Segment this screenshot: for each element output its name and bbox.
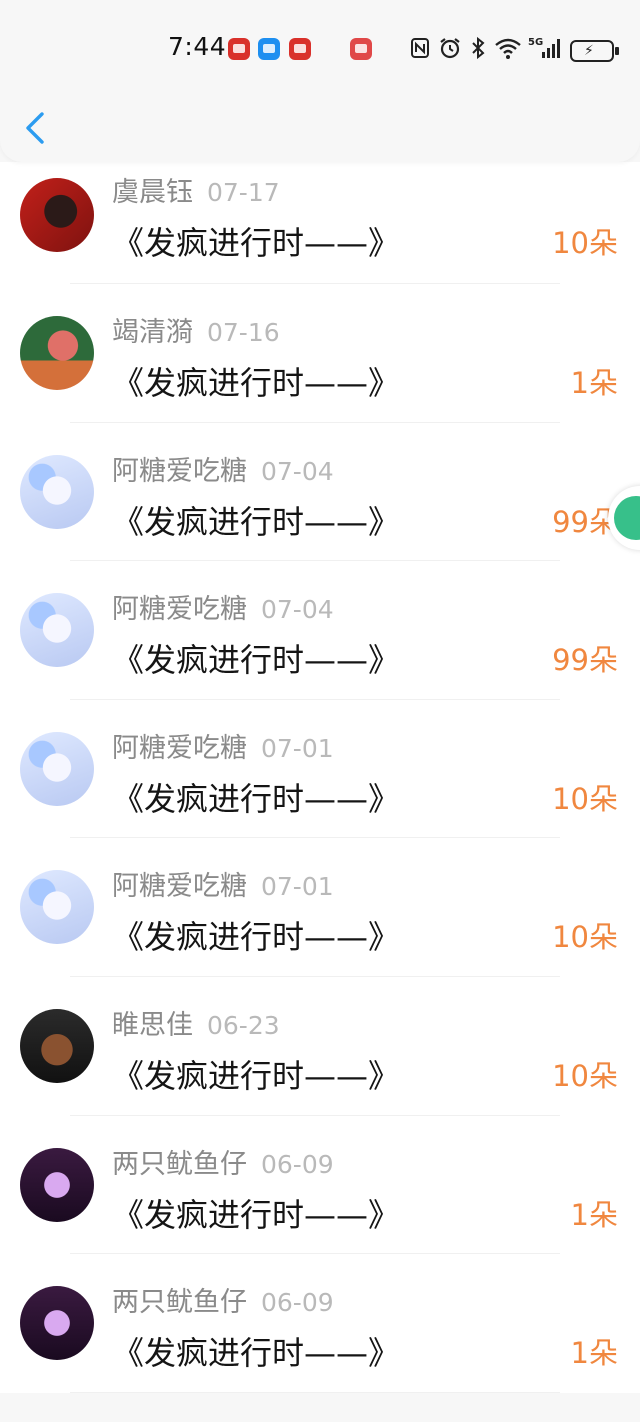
avatar[interactable]: [20, 454, 94, 529]
gift-records-page: 7:44 5G ⚡ 虞晨钰 07-17 《发疯进行时——》 10朵 竭清漪 07…: [0, 0, 640, 1422]
status-time: 7:44: [168, 32, 227, 61]
chat-bubble-icon: [614, 496, 640, 540]
record-row[interactable]: 竭清漪 07-16 《发疯进行时——》 1朵: [0, 284, 640, 423]
avatar[interactable]: [20, 1008, 94, 1083]
sender-name: 阿糖爱吃糖 07-01: [112, 871, 334, 903]
record-title: 《发疯进行时——》: [112, 641, 401, 680]
network-label: 5G: [528, 37, 543, 48]
avatar[interactable]: [20, 870, 94, 945]
sender-name: 竭清漪 07-16: [112, 317, 280, 348]
status-bar: 7:44 5G ⚡: [0, 30, 640, 66]
alarm-icon: [440, 38, 460, 59]
record-date: 06-09: [261, 1149, 334, 1179]
record-row[interactable]: 阿糖爱吃糖 07-04 《发疯进行时——》 99朵: [0, 423, 640, 562]
sender-name: 阿糖爱吃糖 07-01: [112, 732, 334, 764]
record-date: 07-04: [261, 595, 334, 625]
sender-name: 阿糖爱吃糖 07-04: [112, 594, 334, 626]
avatar[interactable]: [20, 316, 94, 390]
record-title: 《发疯进行时——》: [112, 779, 401, 818]
record-title: 《发疯进行时——》: [112, 364, 401, 402]
message-app-icon: [258, 38, 280, 60]
record-title: 《发疯进行时——》: [112, 224, 401, 262]
records-list: 虞晨钰 07-17 《发疯进行时——》 10朵 竭清漪 07-16 《发疯进行时——…: [0, 162, 640, 1393]
sender-name: 阿糖爱吃糖 07-04: [112, 455, 334, 487]
sender-name: 两只鱿鱼仔 06-09: [112, 1148, 334, 1180]
sender-name: 虞晨钰 07-17: [112, 177, 280, 208]
wifi-icon: [495, 38, 521, 59]
record-date: 07-01: [261, 733, 334, 763]
flower-amount: 10朵: [552, 920, 618, 955]
record-row[interactable]: 阿糖爱吃糖 07-01 《发疯进行时——》 10朵: [0, 838, 640, 977]
flower-amount: 10朵: [552, 1058, 618, 1093]
record-title: 《发疯进行时——》: [112, 1334, 401, 1373]
flower-amount: 99朵: [552, 643, 618, 678]
record-date: 07-16: [207, 318, 280, 347]
battery-icon: ⚡: [570, 40, 619, 62]
record-row[interactable]: 阿糖爱吃糖 07-04 《发疯进行时——》 99朵: [0, 561, 640, 700]
top-bar: 7:44 5G ⚡: [0, 0, 640, 162]
record-row[interactable]: 睢思佳 06-23 《发疯进行时——》 10朵: [0, 977, 640, 1116]
record-date: 07-01: [261, 872, 334, 902]
back-chevron-left-icon[interactable]: [20, 108, 52, 148]
flower-amount: 1朵: [570, 366, 618, 400]
record-row[interactable]: 两只鱿鱼仔 06-09 《发疯进行时——》 1朵: [0, 1116, 640, 1255]
record-row[interactable]: 虞晨钰 07-17 《发疯进行时——》 10朵: [0, 162, 640, 284]
flower-amount: 10朵: [552, 226, 618, 260]
book-app-icon: [350, 38, 372, 60]
nfc-icon: [411, 38, 429, 58]
avatar[interactable]: [20, 178, 94, 252]
flower-amount: 1朵: [570, 1336, 618, 1371]
signal-5g-icon: 5G: [528, 37, 560, 58]
divider: [70, 1391, 560, 1393]
record-row[interactable]: 阿糖爱吃糖 07-01 《发疯进行时——》 10朵: [0, 700, 640, 839]
avatar[interactable]: [20, 1147, 94, 1222]
record-title: 《发疯进行时——》: [112, 1056, 401, 1095]
record-date: 07-17: [207, 178, 280, 207]
avatar[interactable]: [20, 731, 94, 806]
flower-amount: 10朵: [552, 781, 618, 816]
record-title: 《发疯进行时——》: [112, 502, 401, 541]
sender-name: 睢思佳 06-23: [112, 1009, 280, 1041]
record-date: 06-09: [261, 1288, 334, 1318]
record-row[interactable]: 两只鱿鱼仔 06-09 《发疯进行时——》 1朵: [0, 1254, 640, 1393]
flower-amount: 1朵: [570, 1197, 618, 1232]
bluetooth-icon: [472, 36, 485, 60]
record-title: 《发疯进行时——》: [112, 918, 401, 957]
avatar[interactable]: [20, 593, 94, 668]
huawei-app-icon: [289, 38, 311, 60]
avatar[interactable]: [20, 1286, 94, 1361]
record-date: 06-23: [207, 1010, 280, 1040]
record-title: 《发疯进行时——》: [112, 1195, 401, 1234]
sender-name: 两只鱿鱼仔 06-09: [112, 1287, 334, 1319]
record-date: 07-04: [261, 456, 334, 486]
huawei-app-icon: [228, 38, 250, 60]
